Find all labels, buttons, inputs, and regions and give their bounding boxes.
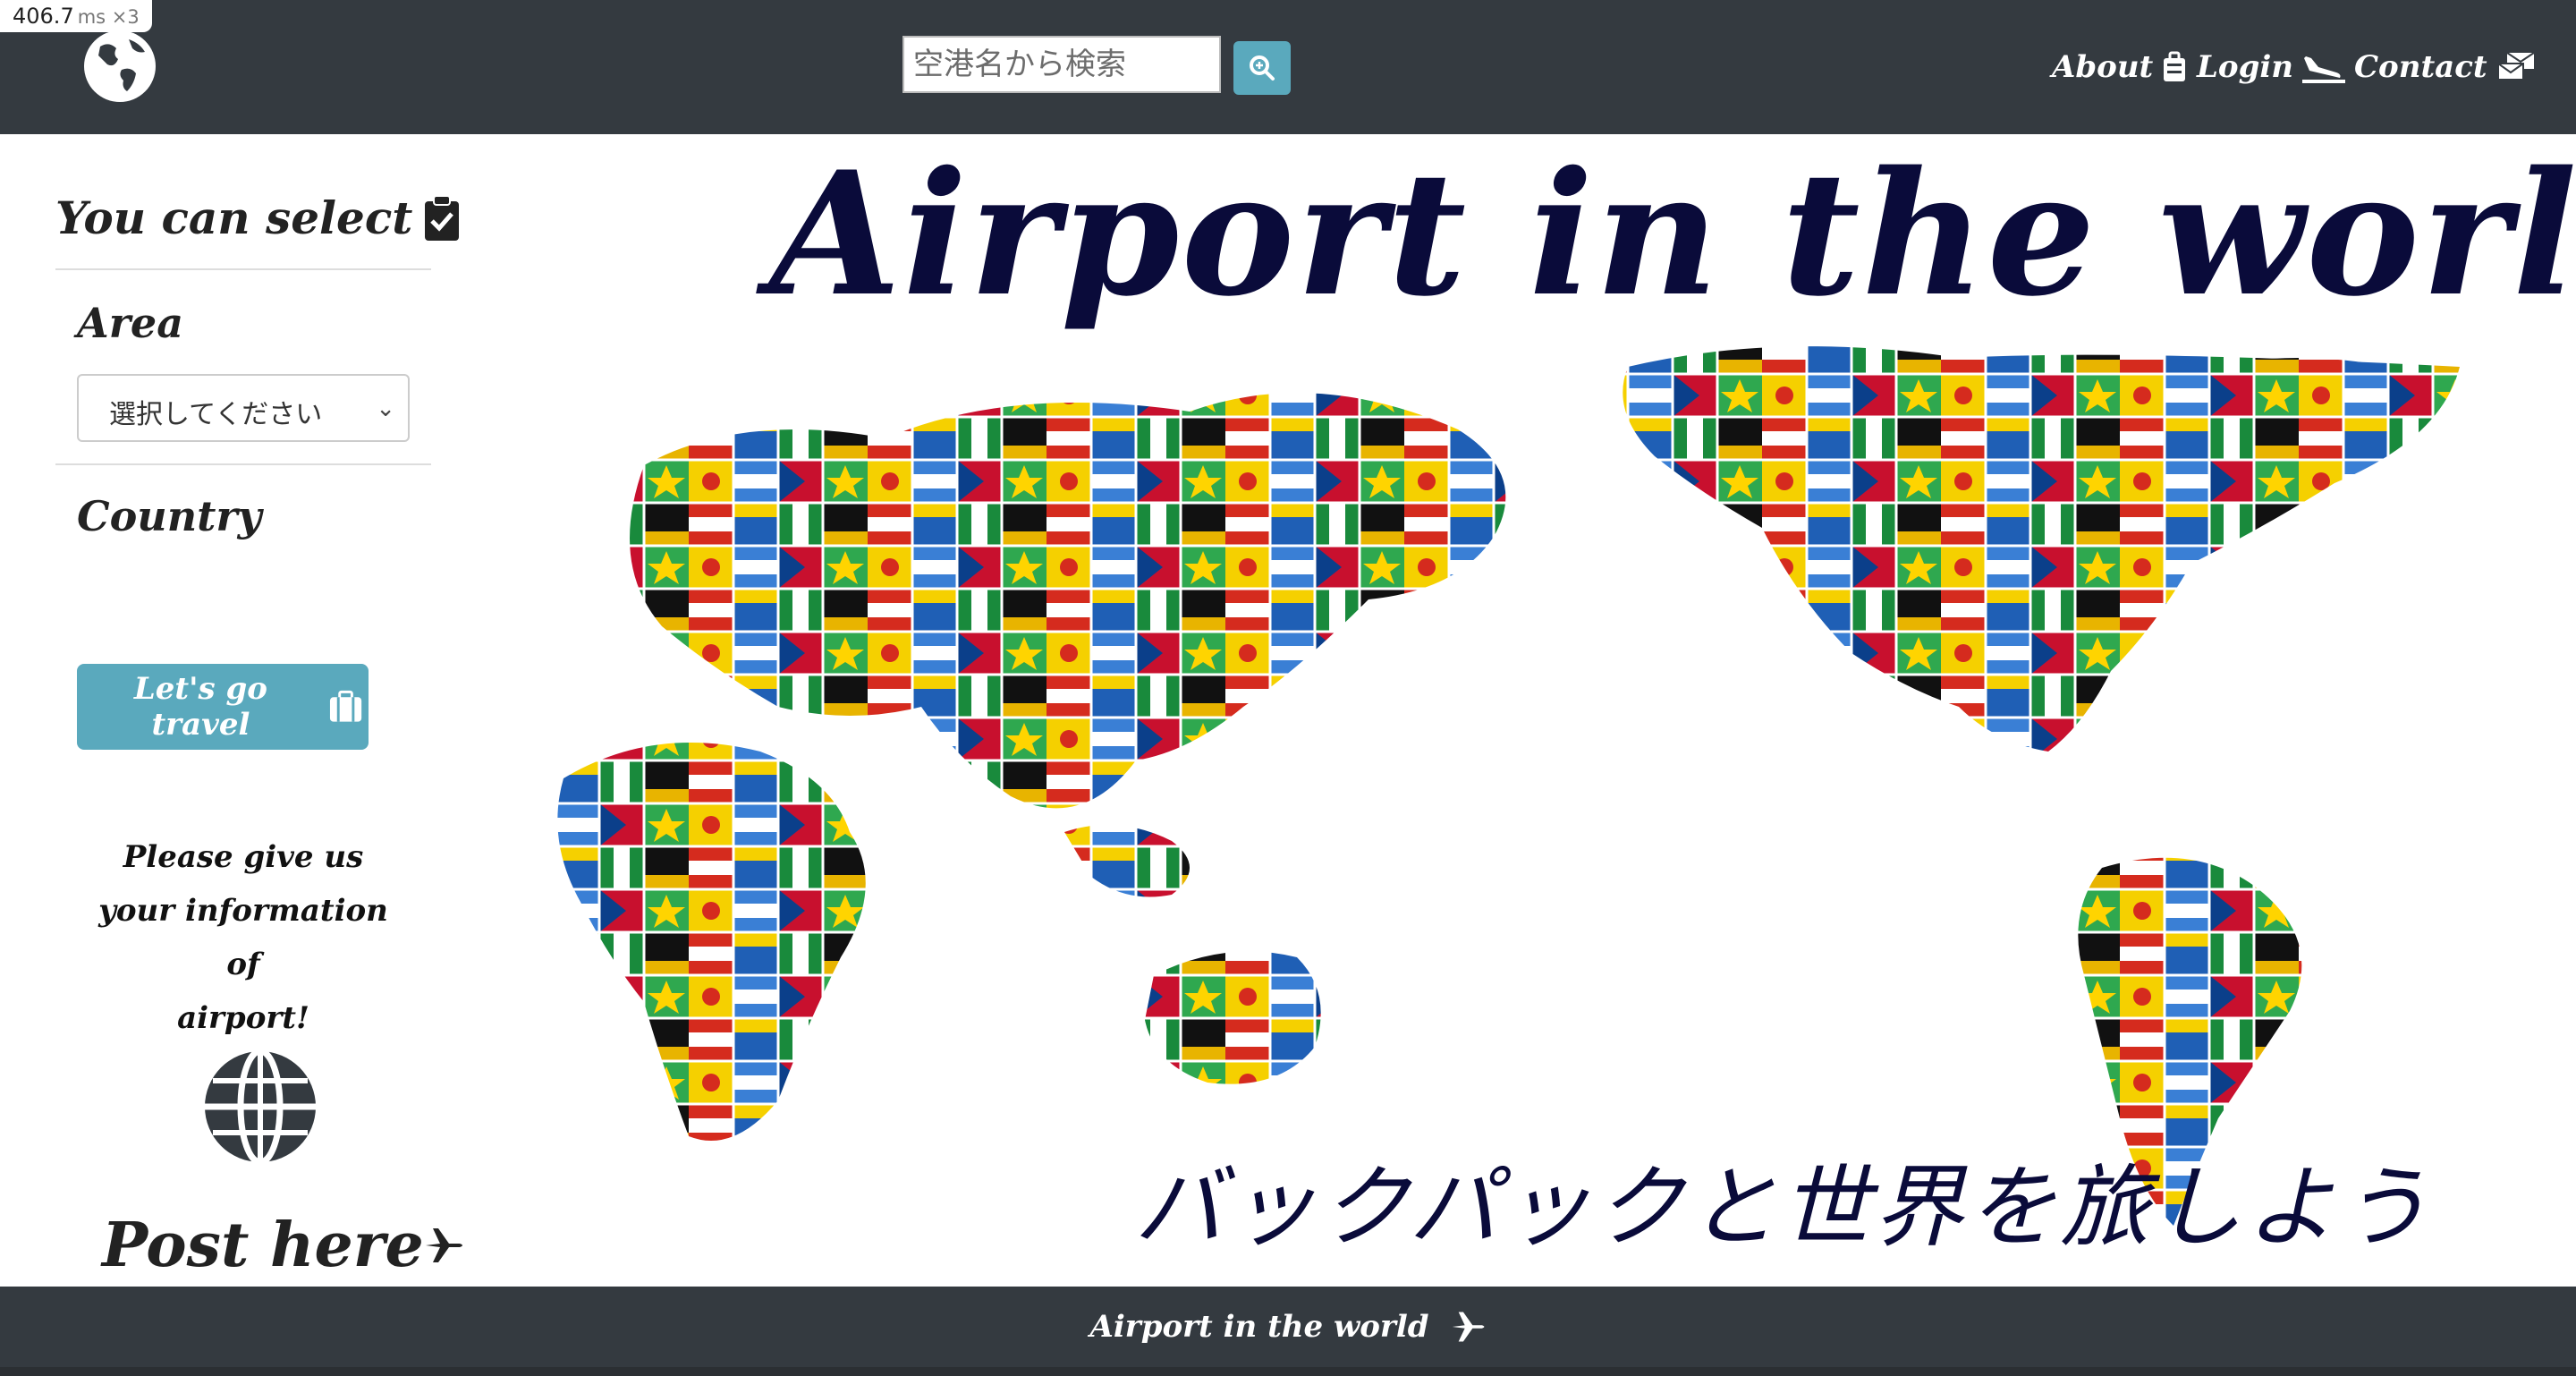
area-label: Area xyxy=(77,299,183,347)
divider xyxy=(55,463,431,465)
area-select[interactable]: 選択してください ⌄ xyxy=(77,374,410,442)
nav-login-label: Login xyxy=(2197,49,2293,85)
info-line: Please give us xyxy=(123,839,364,875)
clipboard-check-icon xyxy=(425,194,460,241)
footer: Airport in the world xyxy=(0,1287,2576,1367)
nav-contact-label: Contact xyxy=(2354,49,2487,85)
footer-text: Airport in the world xyxy=(1089,1309,1429,1345)
country-label: Country xyxy=(77,492,262,540)
post-here-label: Post here xyxy=(102,1210,424,1281)
footer-strip xyxy=(0,1367,2576,1376)
divider xyxy=(55,268,431,270)
nav-contact-link[interactable]: Contact xyxy=(2354,45,2536,89)
globe-icon xyxy=(205,1049,316,1165)
plane-landing-icon xyxy=(2302,56,2345,83)
area-select-value: 選択してください xyxy=(109,399,323,430)
perf-badge: 406.7 ms ×3 xyxy=(0,0,152,32)
post-here-link[interactable]: Post here xyxy=(102,1210,465,1281)
sidebar-title-text: You can select xyxy=(55,191,413,244)
lets-go-travel-button[interactable]: Let's go travel xyxy=(77,664,369,750)
info-line: airport! xyxy=(177,1000,309,1036)
airport-search-input[interactable] xyxy=(902,36,1221,93)
perf-unit: ms ×3 xyxy=(77,6,140,28)
sidebar-title: You can select xyxy=(55,191,461,244)
nav-about-label: About xyxy=(2052,49,2154,85)
page-title: Airport in the world xyxy=(769,134,2576,334)
search-button[interactable] xyxy=(1233,41,1291,95)
suitcase-icon xyxy=(2164,51,2186,81)
magnifier-icon xyxy=(1250,55,1275,81)
mailbox-icon xyxy=(2496,52,2535,81)
perf-value: 406.7 xyxy=(13,4,74,29)
go-button-label: Let's go travel xyxy=(133,671,267,743)
world-flag-map-image xyxy=(557,346,2460,1226)
globe-logo-icon[interactable] xyxy=(82,29,157,104)
airplane-icon xyxy=(425,1228,462,1262)
info-line: your information of xyxy=(98,893,388,982)
nav-login-link[interactable]: Login xyxy=(2197,45,2345,89)
japanese-subtitle: バックパックと世界を旅しよう xyxy=(1134,1155,2432,1260)
chevron-down-icon: ⌄ xyxy=(376,395,395,422)
nav-about-link[interactable]: About xyxy=(2052,45,2187,89)
info-request-text: Please give us your information of airpo… xyxy=(86,830,401,1045)
airplane-icon xyxy=(1452,1312,1484,1342)
luggage-icon xyxy=(329,690,362,722)
